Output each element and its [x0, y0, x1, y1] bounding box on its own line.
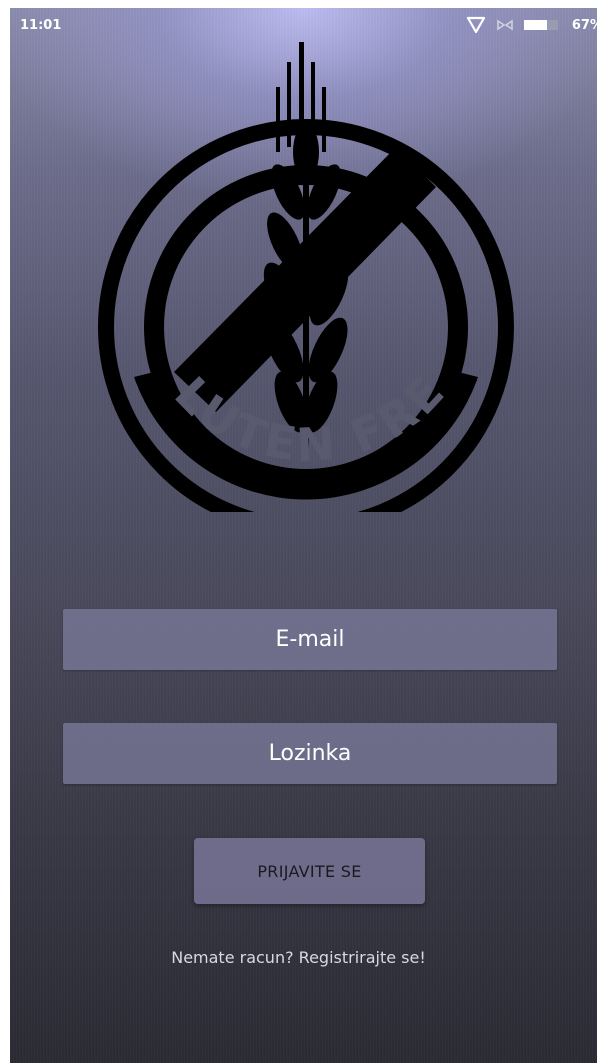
email-placeholder: E-mail — [275, 627, 345, 652]
battery-percent: 67% — [571, 17, 597, 33]
password-input[interactable]: Lozinka — [63, 723, 557, 784]
login-button[interactable]: PRIJAVITE SE — [194, 838, 425, 904]
login-button-label: PRIJAVITE SE — [257, 861, 362, 881]
login-screen: 11:01 67% — [10, 8, 597, 1063]
password-placeholder: Lozinka — [268, 741, 352, 766]
register-link[interactable]: Nemate racun? Registrirajte se! — [10, 948, 597, 967]
nfc-icon — [496, 18, 514, 32]
status-time: 11:01 — [20, 18, 62, 33]
no-wheat-icon: GLUTEN FREE — [75, 8, 514, 535]
gluten-free-logo: GLUTEN FREE — [75, 8, 516, 535]
email-input[interactable]: E-mail — [63, 609, 557, 670]
battery-icon — [523, 19, 560, 31]
